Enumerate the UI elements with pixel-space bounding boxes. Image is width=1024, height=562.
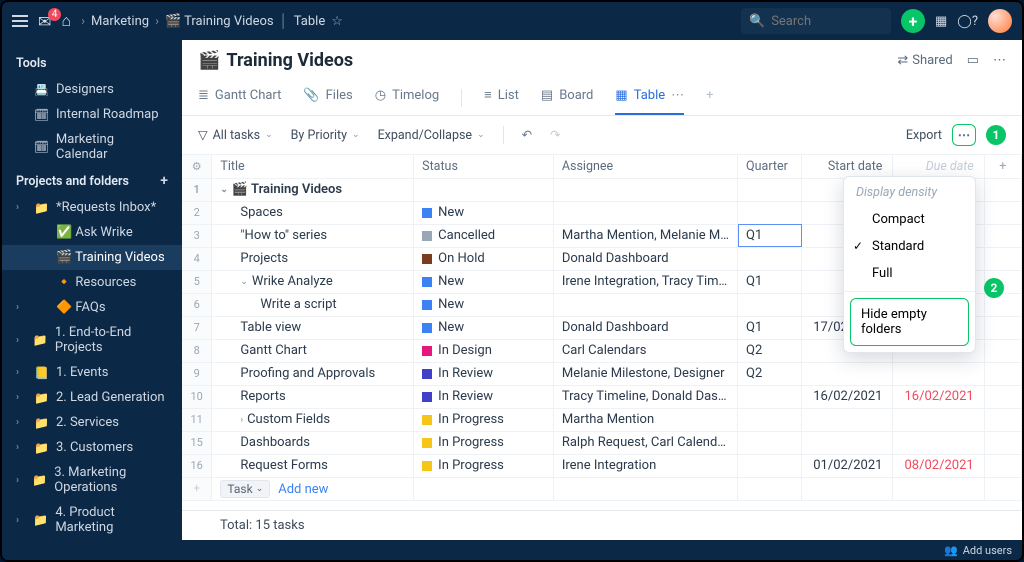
page-title: 🎬 Training Videos bbox=[198, 50, 353, 71]
density-full[interactable]: Full bbox=[844, 260, 975, 287]
title-icon: 🎬 bbox=[198, 50, 220, 71]
folder-icon[interactable]: ▭ bbox=[967, 53, 979, 68]
sidebar-item[interactable]: 🔸 Resources bbox=[2, 270, 182, 295]
expand-collapse[interactable]: Expand/Collapse⌄ bbox=[378, 128, 485, 143]
density-compact[interactable]: Compact bbox=[844, 206, 975, 233]
breadcrumb-view[interactable]: Table bbox=[294, 14, 325, 29]
sidebar-item[interactable]: ›📁2. Services bbox=[2, 410, 182, 435]
callout-1: 1 bbox=[986, 125, 1006, 145]
view-tabs: ≣Gantt Chart 📎Files ◷Timelog ≡List ▤Boar… bbox=[182, 75, 1022, 116]
sidebar-section-projects: Projects and folders + bbox=[2, 167, 182, 195]
avatar[interactable] bbox=[988, 9, 1012, 33]
display-density-menu: Display density Compact ✓Standard Full H… bbox=[843, 176, 976, 353]
export-button[interactable]: Export bbox=[906, 128, 942, 143]
density-header: Display density bbox=[844, 177, 975, 206]
add-users-button[interactable]: Add users bbox=[963, 544, 1012, 557]
bottom-bar: 👥 Add users bbox=[2, 540, 1022, 560]
add-new-row[interactable]: + Task ⌄Add new bbox=[182, 477, 1022, 500]
column-due[interactable]: Due date bbox=[893, 155, 984, 178]
sidebar-item[interactable]: ›📁4. Product Marketing bbox=[2, 500, 182, 540]
column-title[interactable]: Title bbox=[212, 155, 414, 178]
sidebar-item[interactable]: 🎬 Training Videos bbox=[2, 245, 182, 270]
sort-by-priority[interactable]: By Priority⌄ bbox=[291, 128, 360, 143]
sidebar-item[interactable]: ›📒1. Events bbox=[2, 360, 182, 385]
sidebar-item[interactable]: ›🔶 FAQs bbox=[2, 295, 182, 320]
breadcrumb-root[interactable]: Marketing bbox=[91, 14, 149, 29]
tab-timelog[interactable]: ◷Timelog bbox=[375, 82, 439, 115]
table-toolbar: ▽All tasks⌄ By Priority⌄ Expand/Collapse… bbox=[182, 116, 1022, 155]
more-header-icon[interactable]: ⋯ bbox=[993, 53, 1006, 68]
column-quarter[interactable]: Quarter bbox=[738, 155, 802, 178]
shared-button[interactable]: ⇄ Shared bbox=[897, 53, 952, 68]
inbox-badge: 4 bbox=[48, 8, 62, 21]
redo-icon[interactable]: ↷ bbox=[550, 127, 560, 143]
tab-add[interactable]: + bbox=[706, 82, 713, 115]
tab-files[interactable]: 📎Files bbox=[303, 82, 352, 115]
sidebar: Tools 📇Designers🗓Internal Roadmap🗓Market… bbox=[2, 40, 182, 540]
breadcrumb: › Marketing › 🎬 Training Videos │ Table … bbox=[81, 13, 343, 29]
column-add[interactable]: + bbox=[984, 155, 1021, 178]
filter-all-tasks[interactable]: ▽All tasks⌄ bbox=[198, 127, 273, 143]
pin-icon[interactable]: ☆ bbox=[331, 14, 343, 29]
home-icon[interactable]: ⌂ bbox=[61, 11, 71, 31]
topbar: ✉4 ⌂ › Marketing › 🎬 Training Videos │ T… bbox=[2, 2, 1022, 40]
main: 🎬 Training Videos ⇄ Shared ▭ ⋯ ≣Gantt Ch… bbox=[182, 40, 1022, 540]
help-icon[interactable]: ◯? bbox=[957, 14, 978, 29]
table-row[interactable]: 11 ›Custom Fields In Progress Martha Men… bbox=[182, 408, 1022, 431]
inbox-icon[interactable]: ✉4 bbox=[38, 12, 51, 31]
sidebar-item[interactable]: ›📁3. Marketing Operations bbox=[2, 460, 182, 500]
sidebar-item[interactable]: ›📁*Requests Inbox* bbox=[2, 195, 182, 220]
table-row[interactable]: 9 Proofing and Approvals In Review Melan… bbox=[182, 362, 1022, 385]
column-status[interactable]: Status bbox=[414, 155, 554, 178]
menu-icon[interactable] bbox=[12, 15, 28, 27]
sidebar-section-tools: Tools bbox=[2, 50, 182, 77]
check-icon: ✓ bbox=[853, 239, 863, 253]
create-button[interactable]: + bbox=[901, 9, 925, 33]
column-start[interactable]: Start date bbox=[802, 155, 893, 178]
breadcrumb-current[interactable]: 🎬 Training Videos bbox=[165, 14, 274, 29]
table-footer-total: Total: 15 tasks bbox=[182, 510, 1022, 540]
table-row[interactable]: 16 Request Forms In Progress Irene Integ… bbox=[182, 454, 1022, 477]
sidebar-tool-item[interactable]: 🗓Internal Roadmap bbox=[2, 102, 182, 127]
table-row[interactable]: 15 Dashboards In Progress Ralph Request,… bbox=[182, 431, 1022, 454]
density-standard[interactable]: ✓Standard bbox=[844, 233, 975, 260]
add-project-icon[interactable]: + bbox=[160, 173, 168, 189]
sidebar-tool-item[interactable]: 📇Designers bbox=[2, 77, 182, 102]
sidebar-item[interactable]: ›📁1. End-to-End Projects bbox=[2, 320, 182, 360]
search-icon: 🔍 bbox=[749, 14, 765, 29]
tab-board[interactable]: ▤Board bbox=[541, 82, 594, 115]
apps-icon[interactable]: ▦ bbox=[935, 14, 947, 29]
undo-icon[interactable]: ↶ bbox=[522, 127, 532, 143]
hide-empty-folders[interactable]: Hide empty folders bbox=[850, 298, 969, 346]
sidebar-item[interactable]: ✅ Ask Wrike bbox=[2, 220, 182, 245]
tab-gantt[interactable]: ≣Gantt Chart bbox=[198, 82, 281, 115]
column-gear[interactable]: ⚙ bbox=[182, 155, 212, 178]
sidebar-item[interactable]: ›📁2. Lead Generation bbox=[2, 385, 182, 410]
sidebar-item[interactable]: ›📁3. Customers bbox=[2, 435, 182, 460]
table-row[interactable]: 10 Reports In Review Tracy Timeline, Don… bbox=[182, 385, 1022, 408]
sidebar-tool-item[interactable]: 🗓Marketing Calendar bbox=[2, 127, 182, 167]
add-users-icon[interactable]: 👥 bbox=[944, 544, 958, 557]
table-more-button[interactable]: ⋯ bbox=[952, 124, 976, 146]
tab-table[interactable]: ▦Table ⋯ bbox=[615, 82, 684, 115]
search-input[interactable]: 🔍 bbox=[741, 8, 891, 34]
callout-2: 2 bbox=[984, 278, 1004, 298]
column-assignee[interactable]: Assignee bbox=[553, 155, 737, 178]
tab-list[interactable]: ≡List bbox=[484, 81, 519, 115]
